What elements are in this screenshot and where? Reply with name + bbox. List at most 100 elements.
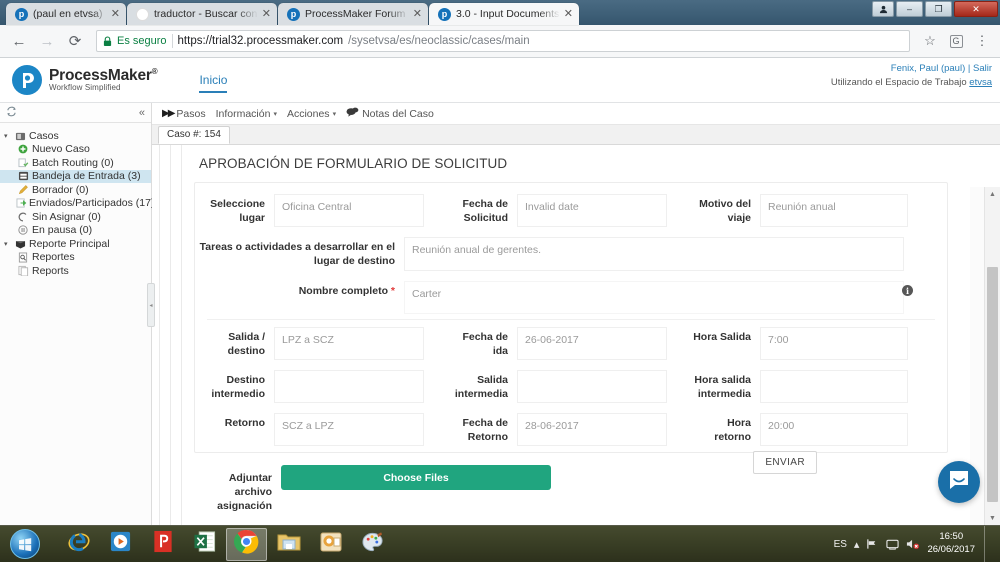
sidebar-item-bandeja-de-entrada[interactable]: Bandeja de Entrada (3): [0, 169, 151, 183]
web-page: ProcessMaker® Workflow Simplified Inicio…: [0, 58, 1000, 525]
motivo-del-viaje-input[interactable]: Reunión anual: [760, 194, 908, 227]
fecha-de-solicitud-input[interactable]: Invalid date: [517, 194, 667, 227]
app-logo[interactable]: ProcessMaker® Workflow Simplified: [12, 65, 158, 95]
nombre-completo-input[interactable]: Carter: [404, 281, 904, 314]
workspace-name[interactable]: etvsa: [969, 77, 992, 88]
tab-title: traductor - Buscar con G: [154, 8, 258, 20]
processmaker-icon: p: [287, 7, 300, 21]
user-separator: |: [967, 63, 971, 74]
bookmark-star-icon[interactable]: ☆: [920, 31, 940, 51]
menu-pasos[interactable]: ▶▶ Pasos: [162, 108, 206, 120]
extension-icon[interactable]: G: [946, 31, 966, 51]
sidebar-item-reports[interactable]: Reports: [0, 264, 151, 278]
form-row: Seleccione lugar Oficina Central Fecha d…: [195, 191, 947, 227]
hora-salida-input[interactable]: 7:00: [760, 327, 908, 360]
retorno-input[interactable]: SCZ a LPZ: [274, 413, 424, 446]
twisty-icon[interactable]: ▾: [4, 240, 13, 248]
browser-tab-active[interactable]: p 3.0 - Input Documents | D ✕: [429, 3, 579, 25]
taskbar-file-explorer[interactable]: [268, 528, 309, 561]
sidebar-item-casos[interactable]: ▾ Casos: [0, 129, 151, 143]
back-button[interactable]: ←: [8, 30, 30, 52]
collapse-sidebar-icon[interactable]: «: [139, 107, 145, 119]
show-desktop-button[interactable]: [984, 526, 994, 562]
minimize-button[interactable]: –: [896, 1, 923, 17]
scroll-up-icon[interactable]: ▲: [985, 187, 1000, 201]
sidebar-item-reporte-principal[interactable]: ▾ Reporte Principal: [0, 237, 151, 251]
taskbar-outlook[interactable]: [310, 528, 351, 561]
taskbar-chrome[interactable]: [226, 527, 267, 561]
sidebar-item-sin-asignar[interactable]: Sin Asignar (0): [0, 210, 151, 224]
browser-menu-icon[interactable]: ⋮: [972, 31, 992, 51]
taskbar-media-player[interactable]: [100, 528, 141, 561]
choose-files-button[interactable]: Choose Files: [281, 465, 551, 490]
destino-intermedio-input[interactable]: [274, 370, 424, 403]
main-nav: Inicio: [199, 71, 228, 93]
arrow-left-icon: ←: [11, 32, 27, 50]
tab-caso-154[interactable]: Caso #: 154: [158, 126, 230, 144]
salida-intermedia-input[interactable]: [517, 370, 667, 403]
forward-button[interactable]: →: [36, 30, 58, 52]
intercom-chat-button[interactable]: [938, 461, 980, 503]
seleccione-lugar-input[interactable]: Oficina Central: [274, 194, 424, 227]
processmaker-logo-icon: [12, 65, 42, 95]
twisty-icon[interactable]: ▾: [4, 132, 13, 140]
taskbar-pdf-reader[interactable]: [142, 528, 183, 561]
user-profile-button[interactable]: [872, 1, 894, 17]
scroll-down-icon[interactable]: ▼: [985, 511, 1000, 525]
hora-retorno-input[interactable]: 20:00: [760, 413, 908, 446]
info-icon[interactable]: i: [902, 285, 913, 296]
menu-notas-del-caso[interactable]: Notas del Caso: [346, 107, 434, 121]
action-center-icon[interactable]: [886, 538, 900, 550]
sidebar-item-label: Bandeja de Entrada (3): [32, 170, 141, 183]
menu-informacion[interactable]: Información ▾: [216, 108, 277, 120]
address-bar[interactable]: Es seguro https://trial32.processmaker.c…: [96, 30, 910, 52]
language-indicator[interactable]: ES: [834, 539, 847, 550]
browser-tab[interactable]: p (paul en etvsa) ✕: [6, 3, 126, 25]
page-scrollbar[interactable]: ▲ ▼: [984, 187, 1000, 525]
taskbar-internet-explorer[interactable]: [58, 528, 99, 561]
report-icon: [16, 252, 30, 263]
sidebar-item-reportes[interactable]: Reportes: [0, 251, 151, 265]
sidebar-item-label: Reportes: [32, 251, 75, 264]
close-window-button[interactable]: ✕: [954, 1, 998, 17]
kebab-glyph: ⋮: [975, 33, 989, 48]
fecha-de-ida-input[interactable]: 26-06-2017: [517, 327, 667, 360]
close-icon[interactable]: ✕: [262, 8, 271, 20]
nav-item-inicio[interactable]: Inicio: [199, 73, 228, 93]
sidebar-item-enviados-participados[interactable]: Enviados/Participados (17): [0, 197, 154, 211]
close-icon[interactable]: ✕: [111, 8, 120, 20]
field-label: Nombre completo *: [195, 281, 395, 298]
field-label: Hora Salida: [693, 331, 751, 343]
close-icon[interactable]: ✕: [413, 8, 422, 20]
maximize-button[interactable]: ❐: [925, 1, 952, 17]
volume-muted-icon[interactable]: [906, 538, 920, 550]
omnibox-divider: [171, 34, 173, 48]
close-icon[interactable]: ✕: [564, 8, 573, 20]
user-name-link[interactable]: Fenix, Paul (paul): [891, 63, 965, 74]
show-hidden-icons[interactable]: ▴: [854, 538, 860, 551]
sidebar-splitter-handle[interactable]: ◂: [147, 283, 155, 327]
sidebar-item-nuevo-caso[interactable]: Nuevo Caso: [0, 143, 151, 157]
reload-button[interactable]: ⟳: [64, 30, 86, 52]
reload-icon: ⟳: [68, 33, 82, 50]
fecha-de-retorno-input[interactable]: 28-06-2017: [517, 413, 667, 446]
taskbar-clock[interactable]: 16:50 26/06/2017: [927, 531, 975, 557]
sidebar-item-en-pausa[interactable]: En pausa (0): [0, 224, 151, 238]
browser-tab[interactable]: p ProcessMaker Forum | BP ✕: [278, 3, 428, 25]
field-hora-salida: Hora Salida 7:00: [689, 327, 908, 360]
salida-destino-input[interactable]: LPZ a SCZ: [274, 327, 424, 360]
network-icon[interactable]: [866, 538, 879, 550]
scrollbar-thumb[interactable]: [987, 267, 998, 502]
hora-salida-intermedia-input[interactable]: [760, 370, 908, 403]
sidebar-item-batch-routing[interactable]: Batch Routing (0): [0, 156, 151, 170]
start-button[interactable]: [2, 527, 48, 562]
sidebar-item-borrador[interactable]: Borrador (0): [0, 183, 151, 197]
taskbar-paint[interactable]: [352, 528, 393, 561]
taskbar-excel[interactable]: [184, 528, 225, 561]
refresh-icon[interactable]: [6, 106, 17, 120]
tareas-textarea[interactable]: Reunión anual de gerentes.: [404, 237, 904, 271]
enviar-button[interactable]: ENVIAR: [753, 451, 817, 474]
browser-tab[interactable]: G traductor - Buscar con G ✕: [127, 3, 277, 25]
logout-link[interactable]: Salir: [973, 63, 992, 74]
menu-acciones[interactable]: Acciones ▾: [287, 108, 336, 120]
